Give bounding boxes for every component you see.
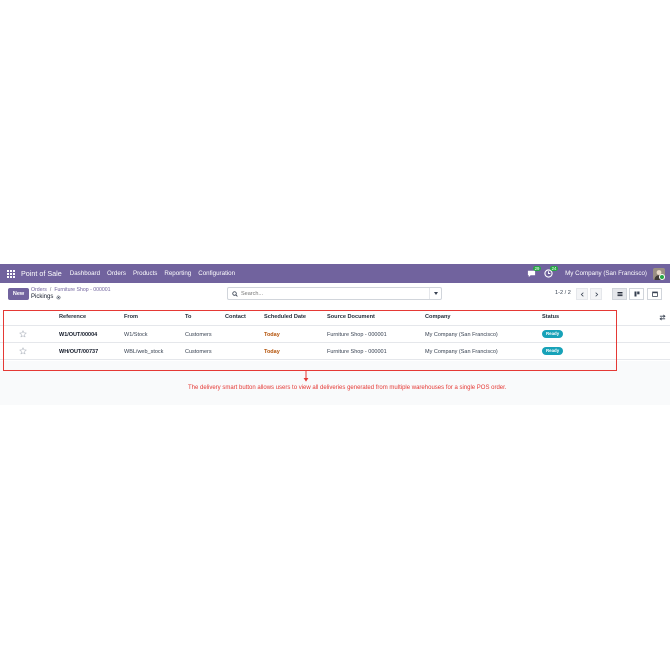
column-source-document[interactable]: Source Document	[327, 314, 375, 320]
activities-badge: 24	[550, 266, 558, 271]
column-scheduled-date[interactable]: Scheduled Date	[264, 314, 306, 320]
list-icon	[617, 292, 622, 297]
optional-columns-icon[interactable]	[659, 314, 666, 321]
user-avatar[interactable]	[653, 267, 665, 280]
breadcrumb: Orders / Furniture Shop - 000001	[31, 287, 111, 293]
annotation-arrow	[303, 371, 309, 382]
cell-source-document: Furniture Shop - 000001	[327, 349, 387, 355]
column-to[interactable]: To	[185, 314, 191, 320]
company-switcher[interactable]: My Company (San Francisco)	[565, 270, 647, 277]
menu-orders[interactable]: Orders	[107, 270, 126, 277]
search-input[interactable]	[241, 288, 429, 299]
cell-reference: WH/OUT/00737	[59, 349, 99, 355]
pickings-table: Reference From To Contact Scheduled Date…	[0, 309, 670, 361]
status-badge: Ready	[542, 330, 564, 338]
table-row[interactable]: WH/OUT/00737 WBL/web_stock Customers Tod…	[0, 343, 670, 360]
new-button[interactable]: New	[8, 288, 29, 300]
search-options-toggle[interactable]	[429, 288, 441, 299]
messages-badge: 29	[533, 266, 541, 271]
cell-source-document: Furniture Shop - 000001	[327, 332, 387, 338]
page-title: Pickings	[31, 294, 54, 300]
cell-company: My Company (San Francisco)	[425, 349, 498, 355]
breadcrumb-orders[interactable]: Orders	[31, 287, 47, 293]
app-name[interactable]: Point of Sale	[21, 269, 62, 278]
column-company[interactable]: Company	[425, 314, 451, 320]
control-panel: New Orders / Furniture Shop - 000001 Pic…	[0, 283, 670, 307]
list-view-button[interactable]	[612, 288, 627, 300]
menu-products[interactable]: Products	[133, 270, 157, 277]
star-icon[interactable]	[19, 330, 27, 338]
column-reference[interactable]: Reference	[59, 314, 86, 320]
star-icon[interactable]	[19, 347, 27, 355]
menu-configuration[interactable]: Configuration	[198, 270, 235, 277]
calendar-icon	[651, 291, 658, 297]
breadcrumb-separator: /	[49, 287, 52, 293]
pager-next-button[interactable]	[590, 288, 602, 300]
status-badge: Ready	[542, 347, 564, 355]
navbar-right: 29 24 My Company (San Francisco)	[527, 266, 670, 280]
search-bar	[227, 287, 442, 300]
cell-reference: W1/OUT/00004	[59, 332, 98, 338]
search-icon	[232, 290, 238, 297]
breadcrumb-order[interactable]: Furniture Shop - 000001	[54, 287, 110, 293]
cell-company: My Company (San Francisco)	[425, 332, 498, 338]
annotation-text: The delivery smart button allows users t…	[188, 385, 507, 391]
cell-from: W1/Stock	[124, 332, 148, 338]
chevron-right-icon	[594, 291, 598, 297]
pager-previous-button[interactable]	[576, 288, 588, 300]
apps-grid-icon[interactable]	[7, 269, 15, 278]
caret-down-icon	[433, 292, 438, 295]
kanban-view-button[interactable]	[629, 288, 644, 300]
menu-reporting[interactable]: Reporting	[164, 270, 191, 277]
menu-dashboard[interactable]: Dashboard	[70, 270, 100, 277]
user-icon	[654, 269, 664, 280]
kanban-icon	[634, 291, 639, 297]
cell-scheduled-date: Today	[264, 332, 280, 338]
page-title-wrap: Pickings	[31, 294, 61, 300]
gear-icon[interactable]	[56, 294, 61, 300]
cell-scheduled-date: Today	[264, 349, 280, 355]
chevron-left-icon	[580, 291, 584, 297]
column-from[interactable]: From	[124, 314, 138, 320]
table-row[interactable]: W1/OUT/00004 W1/Stock Customers Today Fu…	[0, 326, 670, 343]
column-contact[interactable]: Contact	[225, 314, 246, 320]
cell-from: WBL/web_stock	[124, 349, 164, 355]
pager-value[interactable]: 1-2 / 2	[555, 290, 571, 296]
activities-button[interactable]: 24	[544, 266, 558, 278]
top-navbar: Point of Sale Dashboard Orders Products …	[0, 264, 670, 283]
screenshot-canvas: Point of Sale Dashboard Orders Products …	[0, 0, 670, 670]
table-header: Reference From To Contact Scheduled Date…	[0, 309, 670, 326]
calendar-view-button[interactable]	[647, 288, 662, 300]
cell-to: Customers	[185, 332, 212, 338]
messages-button[interactable]: 29	[527, 266, 541, 278]
column-status[interactable]: Status	[542, 314, 559, 320]
cell-to: Customers	[185, 349, 212, 355]
